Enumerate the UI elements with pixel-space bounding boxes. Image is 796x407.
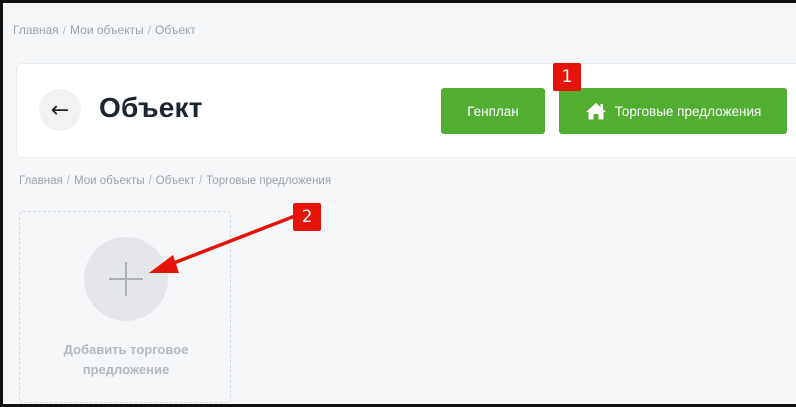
breadcrumb: Главная / Мои объекты / Объект xyxy=(13,23,196,37)
add-trade-offer-card[interactable]: Добавить торговое предложение xyxy=(19,211,231,403)
trade-offers-button-label: Торговые предложения xyxy=(614,103,762,119)
breadcrumb-sub: Главная / Мои объекты / Объект / Торговые пред… xyxy=(19,175,331,187)
annotation-marker-1: 1 xyxy=(553,63,581,91)
add-trade-offer-label: Добавить торговое предложение xyxy=(20,340,232,380)
page-title: Объект xyxy=(99,92,203,123)
breadcrumb-separator: / xyxy=(66,175,70,187)
breadcrumb-link-my-objects[interactable]: Мои объекты xyxy=(70,23,144,37)
add-label-line-1: Добавить торговое xyxy=(63,342,189,357)
add-label-line-2: предложение xyxy=(82,362,170,377)
breadcrumb-separator: / xyxy=(147,23,152,37)
breadcrumb-current: Торговые предложения xyxy=(206,175,332,187)
breadcrumb-separator: / xyxy=(148,175,152,187)
arrow-left-icon: ← xyxy=(50,97,70,123)
breadcrumb-link-home[interactable]: Главная xyxy=(19,175,63,187)
breadcrumb-link-object[interactable]: Объект xyxy=(156,175,195,187)
back-button[interactable]: ← xyxy=(39,89,81,131)
breadcrumb-separator: / xyxy=(198,175,203,187)
object-header-card: ← Объект Генплан Торговые предложения xyxy=(16,63,796,158)
breadcrumb-link-my-objects[interactable]: Мои объекты xyxy=(74,175,145,187)
add-button[interactable] xyxy=(84,237,168,321)
home-icon xyxy=(585,101,607,121)
trade-offers-button[interactable]: Торговые предложения xyxy=(559,88,787,134)
annotation-marker-2: 2 xyxy=(293,203,321,231)
screenshot-frame: Главная / Мои объекты / Объект ← Объект Генп… xyxy=(0,0,796,407)
breadcrumb-link-home[interactable]: Главная xyxy=(13,23,59,37)
plus-icon xyxy=(109,262,143,296)
breadcrumb-current: Объект xyxy=(155,23,196,37)
genplan-button-label: Генплан xyxy=(467,103,519,119)
breadcrumb-separator: / xyxy=(62,23,67,37)
genplan-button[interactable]: Генплан xyxy=(441,88,545,134)
